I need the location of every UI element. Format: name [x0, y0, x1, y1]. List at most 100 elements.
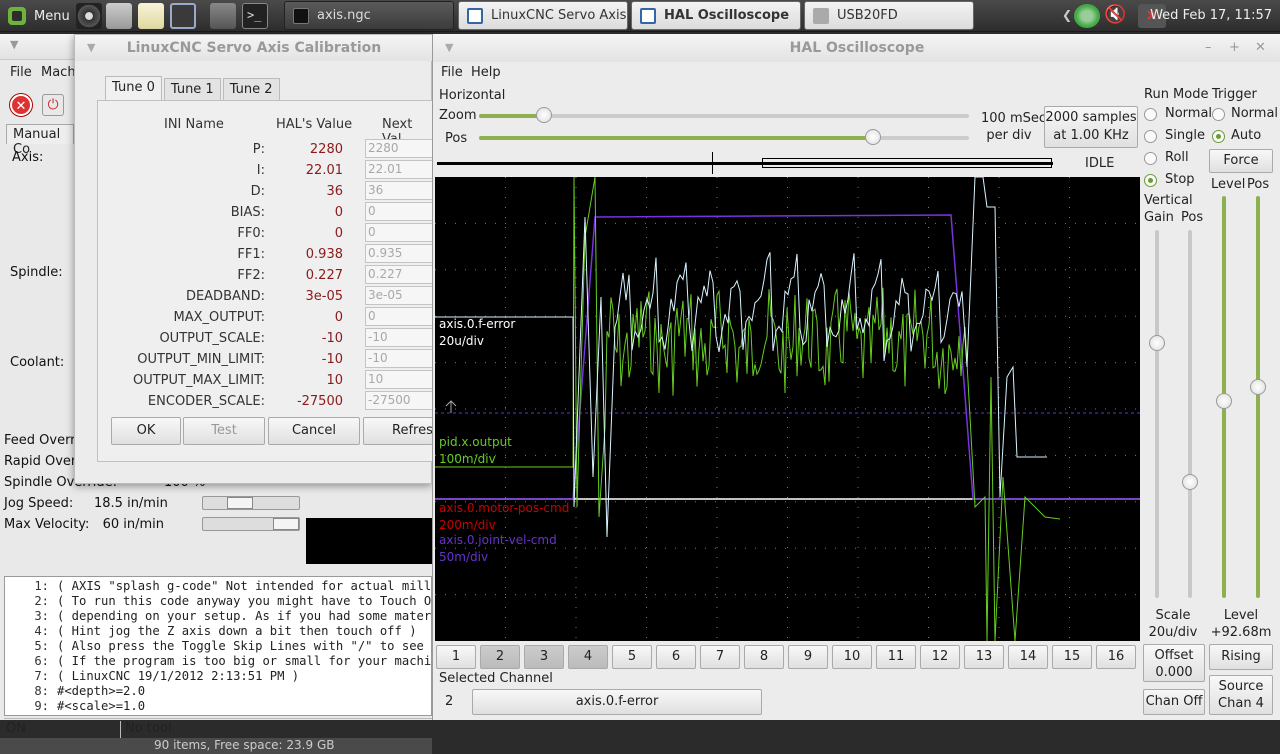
- channel-6-button[interactable]: 6: [656, 645, 696, 669]
- window-menu-icon[interactable]: ▼: [87, 41, 95, 54]
- channel-1-button[interactable]: 1: [436, 645, 476, 669]
- refresh-button[interactable]: Refresh: [363, 417, 433, 445]
- gcode-line[interactable]: 7: ( LinuxCNC 19/1/2012 2:13:51 PM ): [5, 669, 431, 684]
- window-menu-icon[interactable]: ▼: [445, 41, 453, 54]
- next-value-field[interactable]: 0: [365, 307, 435, 326]
- vertical-pos-slider[interactable]: [1188, 230, 1192, 598]
- trigger-source-button[interactable]: Source Chan 4: [1209, 675, 1273, 715]
- gcode-line[interactable]: 5: ( Also press the Toggle Skip Lines wit…: [5, 639, 431, 654]
- channel-8-button[interactable]: 8: [744, 645, 784, 669]
- next-value-field[interactable]: 10: [365, 370, 435, 389]
- position-slider-knob[interactable]: [865, 129, 881, 145]
- tab-manual-control[interactable]: Manual Co: [6, 124, 74, 157]
- zoom-slider[interactable]: [479, 114, 969, 118]
- tray-arrow-icon[interactable]: ❮: [1062, 8, 1072, 32]
- tab-tune-1[interactable]: Tune 1: [163, 78, 221, 100]
- files-launcher-icon[interactable]: [170, 3, 196, 29]
- toolpath-preview[interactable]: [306, 518, 432, 564]
- vertical-gain-slider[interactable]: [1155, 230, 1159, 598]
- jog-speed-slider[interactable]: [202, 496, 300, 510]
- next-value-field[interactable]: -10: [365, 349, 435, 368]
- zoom-slider-knob[interactable]: [536, 107, 552, 123]
- ok-button[interactable]: OK: [111, 417, 181, 445]
- scope-display[interactable]: axis.0.f-error 20u/div pid.x.output 100m/di…: [435, 177, 1140, 641]
- cancel-button[interactable]: Cancel: [268, 417, 360, 445]
- selected-channel-button[interactable]: axis.0.f-error: [472, 689, 762, 715]
- channel-3-button[interactable]: 3: [524, 645, 564, 669]
- axis-menu-file[interactable]: File: [10, 65, 32, 80]
- next-value-field[interactable]: -10: [365, 328, 435, 347]
- channel-12-button[interactable]: 12: [920, 645, 960, 669]
- maximize-icon[interactable]: +: [1229, 40, 1240, 55]
- next-value-field[interactable]: 0: [365, 202, 435, 221]
- channel-9-button[interactable]: 9: [788, 645, 828, 669]
- rising-edge-button[interactable]: Rising: [1209, 644, 1273, 670]
- offset-button[interactable]: Offset 0.000: [1143, 644, 1205, 682]
- trigger-normal-radio[interactable]: [1212, 108, 1225, 121]
- next-value-field[interactable]: 36: [365, 181, 435, 200]
- vertical-gain-knob[interactable]: [1149, 335, 1165, 351]
- next-value-field[interactable]: -27500: [365, 391, 435, 410]
- close-icon[interactable]: ✕: [1255, 40, 1266, 55]
- max-velocity-slider[interactable]: [202, 517, 300, 531]
- position-slider[interactable]: [479, 136, 969, 140]
- task-hal-oscilloscope[interactable]: HAL Oscilloscope: [631, 1, 801, 30]
- gcode-line[interactable]: 2: ( To run this code anyway you might ha…: [5, 594, 431, 609]
- update-shield-icon[interactable]: [1074, 4, 1100, 28]
- trigger-auto-radio[interactable]: [1212, 130, 1225, 143]
- channel-15-button[interactable]: 15: [1052, 645, 1092, 669]
- task-servo-calibration[interactable]: LinuxCNC Servo Axis ...: [458, 1, 628, 30]
- next-value-field[interactable]: 2280: [365, 139, 435, 158]
- show-desktop-icon[interactable]: [210, 3, 236, 29]
- next-value-field[interactable]: 0.935: [365, 244, 435, 263]
- task-usb20fd[interactable]: USB20FD: [804, 1, 974, 30]
- gcode-line[interactable]: 1: ( AXIS "splash g-code" Not intended fo…: [5, 579, 431, 594]
- window-menu-icon[interactable]: ▼: [10, 38, 18, 51]
- tab-tune-0[interactable]: Tune 0: [105, 76, 162, 100]
- channel-13-button[interactable]: 13: [964, 645, 1004, 669]
- channel-7-button[interactable]: 7: [700, 645, 740, 669]
- gcode-line[interactable]: 8: #<depth>=2.0: [5, 684, 431, 699]
- text-editor-launcher-icon[interactable]: [138, 3, 164, 29]
- gcode-line[interactable]: 3: ( depending on your setup. As if you h…: [5, 609, 431, 624]
- scope-menu-help[interactable]: Help: [471, 65, 501, 80]
- channel-14-button[interactable]: 14: [1008, 645, 1048, 669]
- run-mode-stop-radio[interactable]: [1144, 174, 1157, 187]
- minimize-icon[interactable]: –: [1205, 40, 1212, 55]
- channel-10-button[interactable]: 10: [832, 645, 872, 669]
- next-value-field[interactable]: 0: [365, 223, 435, 242]
- run-mode-roll-radio[interactable]: [1144, 152, 1157, 165]
- gcode-line[interactable]: 9: #<scale>=1.0: [5, 699, 431, 714]
- channel-11-button[interactable]: 11: [876, 645, 916, 669]
- estop-button[interactable]: ✕: [10, 94, 32, 116]
- axis-menu-machine[interactable]: Mach: [41, 65, 76, 80]
- force-trigger-button[interactable]: Force: [1209, 149, 1273, 173]
- volume-muted-icon[interactable]: 🔇: [1104, 4, 1130, 28]
- vertical-pos-knob[interactable]: [1182, 474, 1198, 490]
- test-button[interactable]: Test: [183, 417, 265, 445]
- task-axis[interactable]: axis.ngc: [284, 1, 454, 30]
- trigger-pos-slider[interactable]: [1256, 196, 1260, 598]
- channel-4-button[interactable]: 4: [568, 645, 608, 669]
- browser-launcher-icon[interactable]: [76, 3, 102, 29]
- run-mode-normal-radio[interactable]: [1144, 108, 1157, 121]
- slider-thumb[interactable]: [227, 497, 253, 509]
- channel-16-button[interactable]: 16: [1096, 645, 1136, 669]
- trigger-pos-knob[interactable]: [1250, 379, 1266, 395]
- clock[interactable]: Wed Feb 17, 11:57: [1150, 8, 1272, 23]
- run-mode-single-radio[interactable]: [1144, 130, 1157, 143]
- linuxcnc-launcher-icon[interactable]: [106, 3, 132, 29]
- channel-5-button[interactable]: 5: [612, 645, 652, 669]
- machine-power-button[interactable]: ⏻: [42, 94, 64, 116]
- terminal-launcher-icon[interactable]: >_: [242, 3, 268, 29]
- channel-2-button[interactable]: 2: [480, 645, 520, 669]
- gcode-listing[interactable]: 1: ( AXIS "splash g-code" Not intended fo…: [4, 576, 432, 716]
- trigger-level-knob[interactable]: [1216, 393, 1232, 409]
- samples-button[interactable]: 2000 samples at 1.00 KHz: [1044, 106, 1138, 148]
- gcode-line[interactable]: 4: ( Hint jog the Z axis down a bit then …: [5, 624, 431, 639]
- next-value-field[interactable]: 0.227: [365, 265, 435, 284]
- channel-off-button[interactable]: Chan Off: [1143, 689, 1205, 715]
- next-value-field[interactable]: 3e-05: [365, 286, 435, 305]
- gcode-line[interactable]: 6: ( If the program is too big or small f…: [5, 654, 431, 669]
- scope-menu-file[interactable]: File: [441, 65, 463, 80]
